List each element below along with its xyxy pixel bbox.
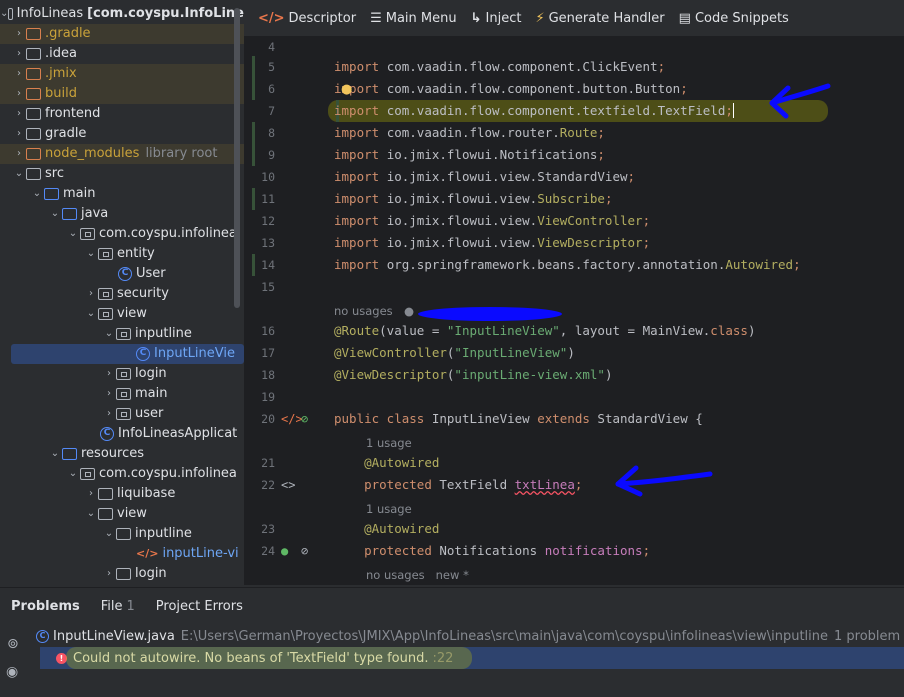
arrow-annotation-2 [615,471,713,487]
annotation-overlay [418,83,831,497]
redaction-scribble [418,307,562,321]
